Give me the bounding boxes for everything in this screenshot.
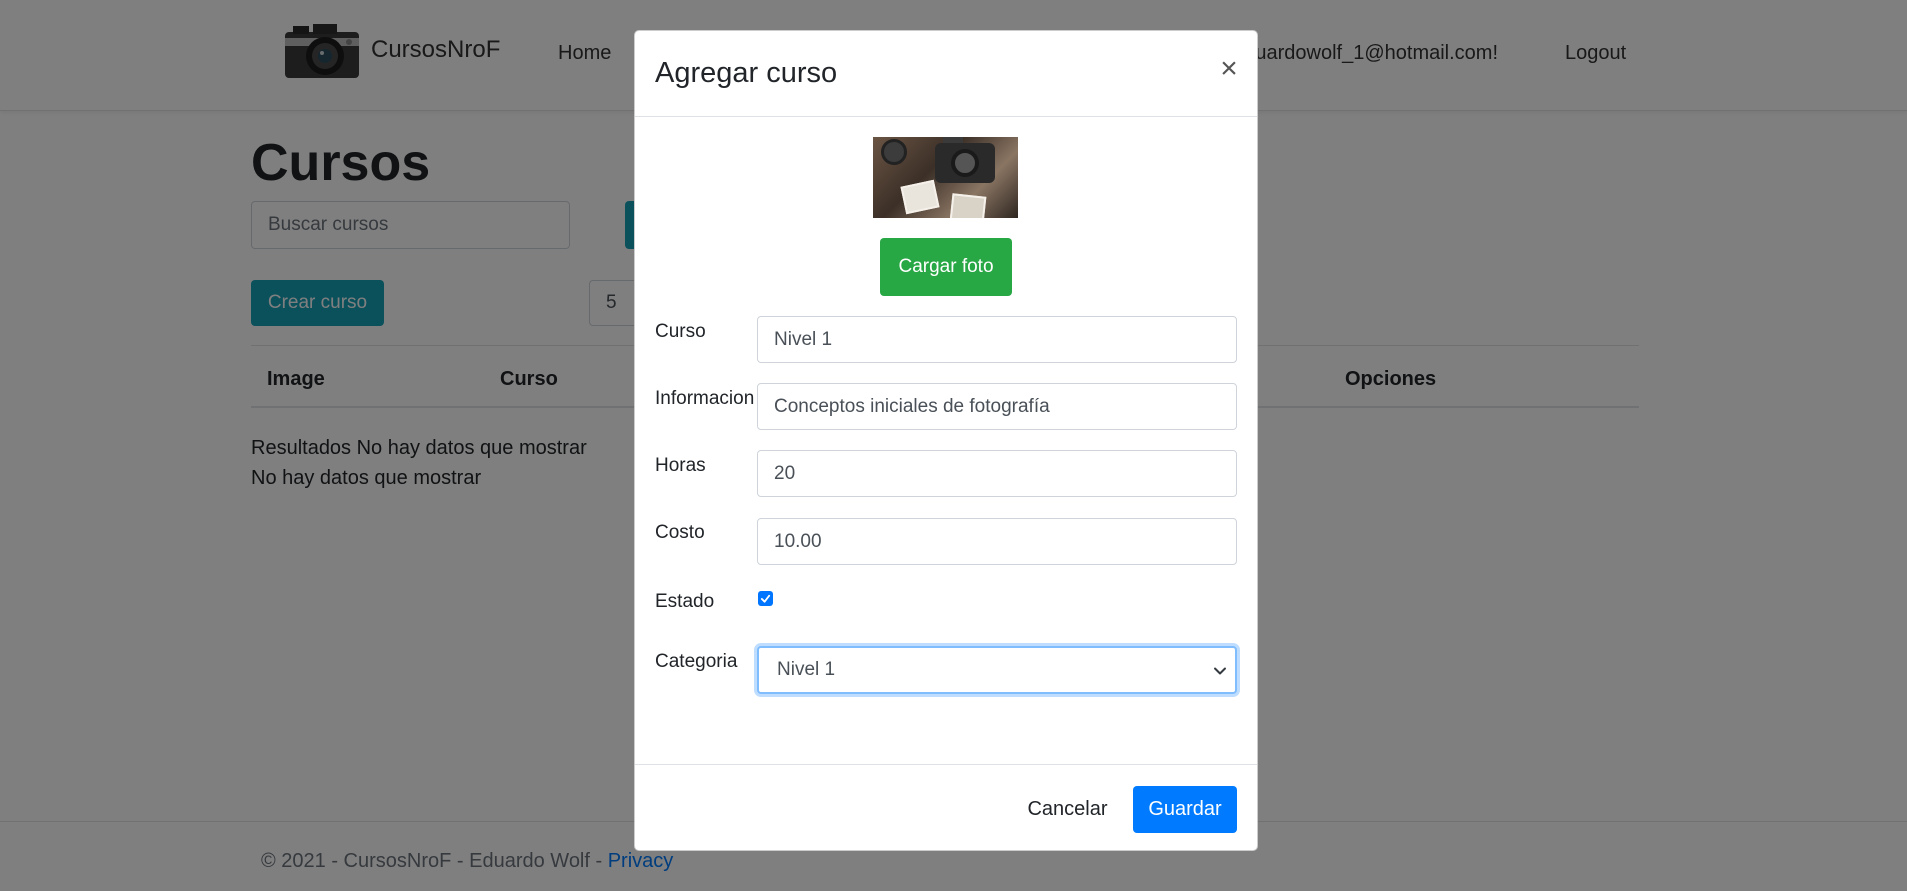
chevron-down-icon [1214,667,1226,675]
estado-checkbox[interactable] [758,591,773,606]
curso-input[interactable]: Nivel 1 [757,316,1237,363]
costo-input[interactable]: 10.00 [757,518,1237,565]
add-course-modal: Agregar curso × Cargar foto Curso Nivel … [634,30,1258,851]
curso-label: Curso [655,321,706,342]
estado-label: Estado [655,591,715,612]
course-photo-preview [873,137,1018,218]
modal-header: Agregar curso × [635,31,1257,117]
cancel-button[interactable]: Cancelar [1020,786,1115,832]
costo-label: Costo [655,522,705,543]
categoria-select[interactable]: Nivel 1 [757,646,1237,694]
categoria-label: Categoria [655,651,738,672]
informacion-input[interactable]: Conceptos iniciales de fotografía [757,383,1237,430]
modal-footer: Cancelar Guardar [635,764,1257,850]
horas-input[interactable]: 20 [757,450,1237,497]
informacion-label: Informacion [655,388,755,409]
horas-label: Horas [655,455,706,476]
upload-photo-button[interactable]: Cargar foto [880,238,1012,296]
save-button[interactable]: Guardar [1133,786,1237,833]
categoria-selected-value: Nivel 1 [777,659,836,680]
checkmark-icon [760,594,771,603]
modal-title: Agregar curso [655,57,838,89]
page: CursosNroF Home lo eduardowolf_1@hotmail… [0,0,1907,891]
close-icon[interactable]: × [1215,54,1243,84]
